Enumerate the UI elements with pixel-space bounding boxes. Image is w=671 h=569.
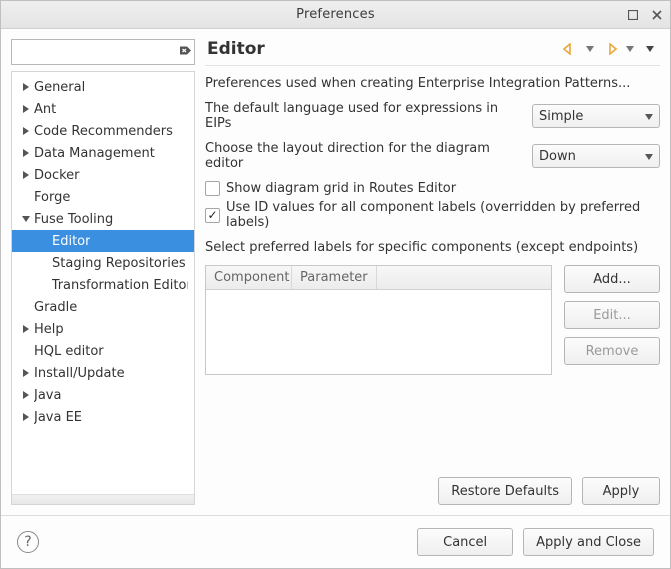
grid-checkbox-label: Show diagram grid in Routes Editor	[226, 181, 456, 196]
tree-item-ant[interactable]: Ant	[12, 98, 194, 120]
tree-twisty-icon[interactable]	[20, 127, 32, 135]
close-icon[interactable]	[650, 8, 664, 22]
apply-close-button[interactable]: Apply and Close	[523, 528, 654, 556]
language-value: Simple	[539, 109, 583, 124]
maximize-icon[interactable]	[626, 8, 640, 22]
chevron-down-icon	[645, 109, 653, 124]
tree-item-label: Java	[34, 388, 61, 403]
useid-checkbox-label: Use ID values for all component labels (…	[226, 200, 660, 230]
cancel-button[interactable]: Cancel	[417, 528, 513, 556]
tree-twisty-icon[interactable]	[20, 215, 32, 223]
tree-item-forge[interactable]: Forge	[12, 186, 194, 208]
titlebar: Preferences	[1, 1, 670, 29]
tree-item-staging-repositories[interactable]: Staging Repositories	[12, 252, 194, 274]
tree-item-general[interactable]: General	[12, 76, 194, 98]
tree-item-data-management[interactable]: Data Management	[12, 142, 194, 164]
editor-page: Editor Preferences used when creating En…	[205, 39, 660, 505]
tree-item-editor[interactable]: Editor	[12, 230, 194, 252]
chevron-down-icon	[645, 149, 653, 164]
window-title: Preferences	[1, 7, 670, 22]
col-parameter: Parameter	[292, 266, 377, 289]
tree-item-label: Forge	[34, 190, 70, 205]
layout-label: Choose the layout direction for the diag…	[205, 141, 522, 171]
tree-twisty-icon[interactable]	[20, 325, 32, 333]
help-icon[interactable]: ?	[17, 531, 39, 553]
tree-item-label: HQL editor	[34, 344, 104, 359]
tree-item-label: Gradle	[34, 300, 77, 315]
col-component: Component	[206, 266, 292, 289]
edit-button[interactable]: Edit...	[564, 301, 660, 329]
preferred-labels-table[interactable]: Component Parameter	[205, 265, 552, 375]
tree-item-docker[interactable]: Docker	[12, 164, 194, 186]
forward-icon[interactable]	[602, 41, 618, 57]
scrollbar-horizontal[interactable]	[12, 494, 194, 504]
back-icon[interactable]	[562, 41, 578, 57]
tree-twisty-icon[interactable]	[20, 391, 32, 399]
tree-item-label: Java EE	[34, 410, 82, 425]
tree-item-fuse-tooling[interactable]: Fuse Tooling	[12, 208, 194, 230]
apply-button[interactable]: Apply	[582, 477, 660, 505]
tree-item-label: Editor	[52, 234, 90, 249]
tree-item-label: Staging Repositories	[52, 256, 186, 271]
add-button[interactable]: Add...	[564, 265, 660, 293]
restore-defaults-button[interactable]: Restore Defaults	[438, 477, 572, 505]
layout-select[interactable]: Down	[532, 144, 660, 168]
preferences-window: Preferences General Ant Code Recommenders D…	[0, 0, 671, 569]
tree-item-gradle[interactable]: Gradle	[12, 296, 194, 318]
table-header: Component Parameter	[206, 266, 551, 290]
tree-item-transformation-editor[interactable]: Transformation Editor	[12, 274, 194, 296]
tree-item-hql-editor[interactable]: HQL editor	[12, 340, 194, 362]
back-menu-icon[interactable]	[582, 41, 598, 57]
layout-value: Down	[539, 149, 576, 164]
tree-item-label: Fuse Tooling	[34, 212, 113, 227]
tree-item-java[interactable]: Java	[12, 384, 194, 406]
description-text: Preferences used when creating Enterpris…	[205, 76, 660, 91]
tree-item-label: Code Recommenders	[34, 124, 173, 139]
tree-twisty-icon[interactable]	[20, 83, 32, 91]
tree-item-help[interactable]: Help	[12, 318, 194, 340]
tree-twisty-icon[interactable]	[20, 171, 32, 179]
tree-twisty-icon[interactable]	[20, 149, 32, 157]
view-menu-icon[interactable]	[642, 41, 658, 57]
tree-item-label: Help	[34, 322, 64, 337]
labels-caption: Select preferred labels for specific com…	[205, 240, 660, 255]
tree-twisty-icon[interactable]	[20, 413, 32, 421]
grid-checkbox[interactable]	[205, 181, 220, 196]
sidebar: General Ant Code Recommenders Data Manageme…	[11, 39, 195, 505]
page-title: Editor	[207, 39, 265, 59]
tree-twisty-icon[interactable]	[20, 369, 32, 377]
filter-input[interactable]	[11, 39, 195, 65]
tree-item-install-update[interactable]: Install/Update	[12, 362, 194, 384]
tree-item-java-ee[interactable]: Java EE	[12, 406, 194, 428]
tree-item-label: Data Management	[34, 146, 155, 161]
language-label: The default language used for expression…	[205, 101, 522, 131]
preferences-tree[interactable]: General Ant Code Recommenders Data Manageme…	[12, 72, 194, 494]
clear-filter-icon[interactable]	[177, 43, 191, 62]
tree-item-code-recommenders[interactable]: Code Recommenders	[12, 120, 194, 142]
tree-item-label: Transformation Editor	[52, 278, 188, 293]
tree-item-label: Ant	[34, 102, 56, 117]
language-select[interactable]: Simple	[532, 104, 660, 128]
tree-item-label: General	[34, 80, 85, 95]
tree-item-label: Docker	[34, 168, 80, 183]
useid-checkbox[interactable]	[205, 208, 220, 223]
tree-item-label: Install/Update	[34, 366, 125, 381]
remove-button[interactable]: Remove	[564, 337, 660, 365]
tree-twisty-icon[interactable]	[20, 105, 32, 113]
filter-field	[11, 39, 195, 65]
forward-menu-icon[interactable]	[622, 41, 638, 57]
footer: ? Cancel Apply and Close	[1, 515, 670, 568]
